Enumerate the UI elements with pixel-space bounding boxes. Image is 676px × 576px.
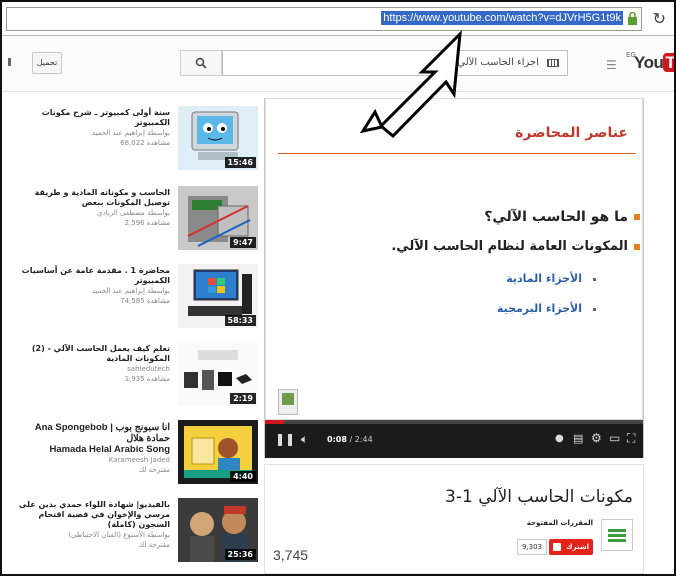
related-views: 2,596 مشاهدة [124, 219, 170, 227]
related-item[interactable]: 25:36 بالفيديو| شهادة اللواء حمدي بدين ع… [10, 498, 258, 572]
search-button[interactable] [180, 50, 222, 76]
video-duration: 2:19 [230, 393, 256, 404]
current-time: 0:08 [327, 435, 347, 444]
related-item[interactable]: 58:33 محاضرة 1 . مقدمة عامة عن أساسيات ا… [10, 264, 258, 338]
player-controls: ❚❚ 🔈︎ 0:08 / 2:44 ● ▤ ⚙ ▭ ⛶ [265, 424, 643, 458]
scroll-marker [8, 58, 11, 66]
related-thumbnail[interactable]: 4:40 [178, 420, 258, 484]
related-title[interactable]: الحاسب و مكوناته المادية و طريقة توصيل ا… [10, 188, 170, 208]
related-title[interactable]: تعلم كيف يعمل الحاسب الآلي - (2) المكونا… [10, 344, 170, 364]
youtube-logo[interactable]: YouTube [634, 53, 674, 73]
slide-bullet: ما هو الحاسب الآلي؟ [484, 209, 628, 225]
related-text: تعلم كيف يعمل الحاسب الآلي - (2) المكونا… [10, 344, 170, 384]
logo-tube: Tube [663, 53, 674, 72]
search-icon [195, 57, 207, 69]
pause-icon[interactable]: ❚❚ [275, 432, 295, 446]
reload-icon[interactable]: ↻ [653, 9, 666, 28]
bullet-marker [634, 214, 640, 220]
bullet-marker [634, 244, 640, 250]
related-author: بواسطة إبراهيم عبد الحميد [91, 287, 170, 295]
annotations-icon[interactable]: ● [555, 433, 564, 444]
slide-sub-bullet: الأجزاء المادية [506, 272, 582, 285]
related-author: بواسطة إبراهيم عبد الحميد [91, 129, 170, 137]
fullscreen-icon[interactable]: ⛶ [627, 431, 635, 446]
subscribe-button[interactable]: اشترك [549, 539, 593, 555]
related-views: 68,022 مشاهدة [120, 139, 170, 147]
related-thumbnail[interactable]: 9:47 [178, 186, 258, 250]
related-author: Karameesh Jaded [108, 456, 170, 464]
youtube-icon [553, 543, 561, 551]
related-item[interactable]: 9:47 الحاسب و مكوناته المادية و طريقة تو… [10, 186, 258, 260]
channel-name[interactable]: المقررات المفتوحة [527, 519, 593, 527]
video-duration: 25:36 [224, 549, 256, 560]
video-duration: 9:47 [230, 237, 256, 248]
related-title-line2[interactable]: Hamada Helal Arabic Song [10, 444, 170, 455]
related-thumbnail[interactable]: 25:36 [178, 498, 258, 562]
volume-icon[interactable]: 🔈︎ [301, 432, 308, 447]
related-text: محاضرة 1 . مقدمة عامة عن أساسيات الكمبيو… [10, 266, 170, 306]
time-display: 0:08 / 2:44 [327, 435, 373, 444]
slide-divider [278, 153, 636, 154]
related-views: مقترحة لك [138, 466, 170, 474]
related-item[interactable]: 4:40 Ana Spongebob | انا سبونج بوب حمادة… [10, 420, 258, 494]
subscriber-count: 9,303 [517, 539, 547, 555]
related-title[interactable]: محاضرة 1 . مقدمة عامة عن أساسيات الكمبيو… [10, 266, 170, 286]
related-author: sahledutech [127, 365, 170, 373]
settings-icon[interactable]: ⚙ [591, 431, 602, 445]
related-author: بواسطة مصطفى الزيادي [97, 209, 170, 217]
related-text: الحاسب و مكوناته المادية و طريقة توصيل ا… [10, 188, 170, 228]
video-slide[interactable]: عناصر المحاضرة ما هو الحاسب الآلي؟ المكو… [265, 98, 643, 420]
related-item[interactable]: 15:46 سنة أولى كمبيوتر ـ شرح مكونات الكم… [10, 106, 258, 180]
related-views: مقترحة لك [138, 541, 170, 549]
related-views: 1,935 مشاهدة [124, 375, 170, 383]
related-title[interactable]: Ana Spongebob | انا سبونج بوب حمادة هلال [10, 422, 170, 444]
related-thumbnail[interactable]: 2:19 [178, 342, 258, 406]
related-title[interactable]: سنة أولى كمبيوتر ـ شرح مكونات الكمبيوتر [10, 108, 170, 128]
screenshot-frame: https://www.youtube.com/watch?v=dJVrH5G1… [0, 0, 676, 576]
upload-button[interactable]: تحميل [32, 52, 62, 74]
sub-bullet-marker [593, 308, 596, 311]
video-title: مكونات الحاسب الآلي 1-3 [445, 487, 633, 507]
related-thumbnail[interactable]: 58:33 [178, 264, 258, 328]
browser-address-bar: https://www.youtube.com/watch?v=dJVrH5G1… [2, 2, 674, 36]
related-title[interactable]: بالفيديو| شهادة اللواء حمدي بدين على مرس… [10, 500, 170, 530]
subscribe-label: اشترك [566, 543, 589, 551]
search-input-value: اجزاء الحاسب الآلي [457, 57, 539, 68]
related-text: بالفيديو| شهادة اللواء حمدي بدين على مرس… [10, 500, 170, 550]
logo-you: You [634, 53, 664, 72]
channel-avatar[interactable] [601, 519, 633, 551]
video-info: مكونات الحاسب الآلي 1-3 المقررات المفتوح… [264, 464, 644, 574]
slide-bullet: المكونات العامة لنظام الحاسب الآلي. [391, 239, 628, 254]
slide-sub-bullet: الأجزاء البرمجية [496, 302, 582, 315]
video-duration: 15:46 [224, 157, 256, 168]
youtube-header: تحميل اجزاء الحاسب الآلي ☰ EG YouTube [2, 36, 674, 92]
related-views: 74,585 مشاهدة [120, 297, 170, 305]
search-input[interactable]: اجزاء الحاسب الآلي [222, 50, 568, 76]
related-videos: 15:46 سنة أولى كمبيوتر ـ شرح مكونات الكم… [2, 92, 258, 574]
theater-mode-icon[interactable]: ▭ [609, 431, 620, 445]
video-player[interactable]: عناصر المحاضرة ما هو الحاسب الآلي؟ المكو… [264, 98, 644, 458]
related-text: Ana Spongebob | انا سبونج بوب حمادة هلال… [10, 422, 170, 475]
view-count: 3,745 [273, 547, 309, 563]
lock-icon [628, 12, 637, 25]
keyboard-icon[interactable] [547, 59, 559, 67]
slide-title: عناصر المحاضرة [515, 125, 628, 141]
sub-bullet-marker [593, 278, 596, 281]
captions-icon[interactable]: ▤ [573, 432, 583, 445]
related-item[interactable]: 2:19 تعلم كيف يعمل الحاسب الآلي - (2) ال… [10, 342, 258, 416]
menu-icon[interactable]: ☰ [606, 58, 617, 72]
related-thumbnail[interactable]: 15:46 [178, 106, 258, 170]
related-author: بواسطة الأسبوع (الفنان الاحتياطي) [68, 531, 170, 539]
related-text: سنة أولى كمبيوتر ـ شرح مكونات الكمبيوتر … [10, 108, 170, 148]
video-duration: 4:40 [230, 471, 256, 482]
total-time: / 2:44 [349, 435, 373, 444]
channel-watermark[interactable] [278, 389, 298, 415]
url-field[interactable]: https://www.youtube.com/watch?v=dJVrH5G1… [6, 7, 642, 31]
video-duration: 58:33 [224, 315, 256, 326]
url-text[interactable]: https://www.youtube.com/watch?v=dJVrH5G1… [381, 11, 623, 25]
